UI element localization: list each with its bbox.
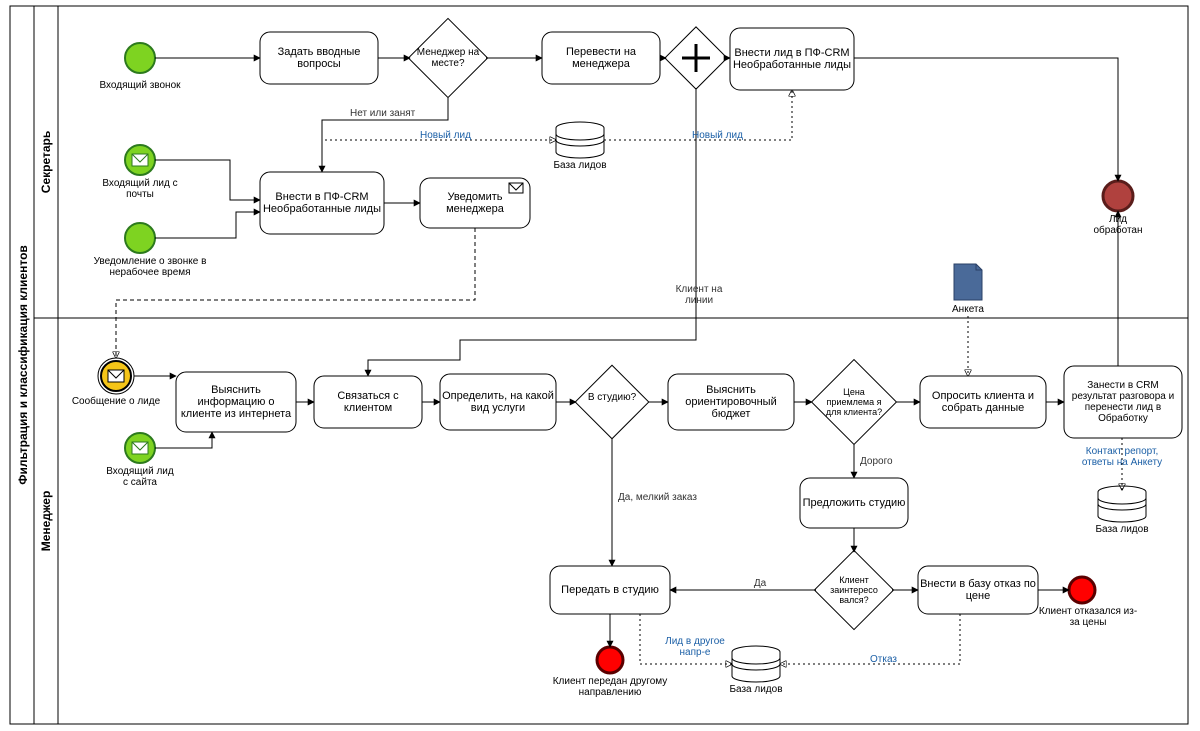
task-survey-label: Опросить клиента и собрать данные xyxy=(922,378,1044,426)
task-contact-label: Связаться с клиентом xyxy=(316,378,420,426)
lbl-other-dir: Лид в другое напр-е xyxy=(660,636,730,658)
pool-frame xyxy=(10,6,1188,724)
event-call-in xyxy=(125,43,155,73)
task-put-lead-crm-label: Внести лид в ПФ-CRM Необработанные лиды xyxy=(732,30,852,88)
event-call-in-label: Входящий звонок xyxy=(99,80,181,91)
task-det-service-label: Определить, на какой вид услуги xyxy=(442,376,554,428)
lane-sec-label: Секретарь xyxy=(39,131,53,193)
task-refuse-db-label: Внести в базу отказ по цене xyxy=(920,568,1036,612)
event-lead-done xyxy=(1103,181,1133,211)
task-save-crm-label: Занести в CRM результат разговора и пере… xyxy=(1066,368,1180,436)
datastore-leads2 xyxy=(732,646,780,682)
lbl-new-lead-2: Новый лид xyxy=(692,130,743,141)
event-refused-price xyxy=(1069,577,1095,603)
lbl-refuse: Отказ xyxy=(870,654,897,665)
lbl-yes-small: Да, мелкий заказ xyxy=(618,492,697,503)
event-refused-price-label: Клиент отказался из-за цены xyxy=(1038,606,1138,628)
lbl-yes: Да xyxy=(754,578,767,589)
datastore-leads1-label: База лидов xyxy=(553,160,606,171)
lane-mgr-label: Менеджер xyxy=(39,491,53,552)
event-lead-from-site xyxy=(125,433,155,463)
flows xyxy=(134,58,1118,647)
event-afterhours-label: Уведомление о звонке в нерабочее время xyxy=(80,256,220,278)
task-ask-intro-label: Задать вводные вопросы xyxy=(262,34,376,82)
task-hand-studio-label: Передать в студию xyxy=(552,568,668,612)
event-handed-off-label: Клиент передан другому направлению xyxy=(552,676,668,698)
event-afterhours xyxy=(125,223,155,253)
gw-parallel xyxy=(665,27,727,89)
lbl-client-line: Клиент на линии xyxy=(664,284,734,306)
event-msg-about-lead-label: Сообщение о лиде xyxy=(72,395,161,407)
datastore-leads3-label: База лидов xyxy=(1095,524,1148,535)
lbl-no-or-busy: Нет или занят xyxy=(350,108,416,119)
gw-interested-label: Клиент заинтересо вался? xyxy=(822,570,886,610)
event-msg-about-lead xyxy=(98,358,134,394)
pool-label: Фильтрация и классификация клиентов xyxy=(16,245,30,485)
lbl-contact-report: Контакт репорт, ответы на Анкету xyxy=(1072,446,1172,468)
datastore-leads2-label: База лидов xyxy=(729,684,782,695)
lbl-expensive: Дорого xyxy=(860,456,893,467)
gw-mgr-present-label: Менеджер на месте? xyxy=(415,38,481,78)
task-notify-mgr-label: Уведомить менеджера xyxy=(422,180,528,226)
task-offer-studio-label: Предложить студию xyxy=(802,480,906,526)
gw-to-studio-label: В студию? xyxy=(584,392,640,403)
task-dig-info-label: Выяснить информацию о клиенте из интерне… xyxy=(178,374,294,430)
event-lead-from-site-label: Входящий лид с сайта xyxy=(104,466,176,488)
artifact-questionnaire xyxy=(954,264,982,300)
msgflow-notify-to-lead xyxy=(116,228,475,358)
datastore-leads1 xyxy=(556,122,604,158)
event-handed-off xyxy=(597,647,623,673)
task-est-budget-label: Выяснить ориентировочный бюджет xyxy=(670,376,792,428)
artifact-questionnaire-label: Анкета xyxy=(952,304,984,315)
task-put-pf-crm-label: Внести в ПФ-CRM Необработанные лиды xyxy=(262,174,382,232)
lbl-new-lead-1: Новый лид xyxy=(420,130,471,141)
datastore-leads3 xyxy=(1098,486,1146,522)
event-mail-in-label: Входящий лид с почты xyxy=(100,178,180,200)
task-transfer-mgr-label: Перевести на менеджера xyxy=(544,34,658,82)
event-mail-in xyxy=(125,145,155,175)
gw-price-ok-label: Цена приемлема я для клиента? xyxy=(820,380,888,424)
bpmn-diagram: Фильтрация и классификация клиентов Секр… xyxy=(0,0,1200,731)
